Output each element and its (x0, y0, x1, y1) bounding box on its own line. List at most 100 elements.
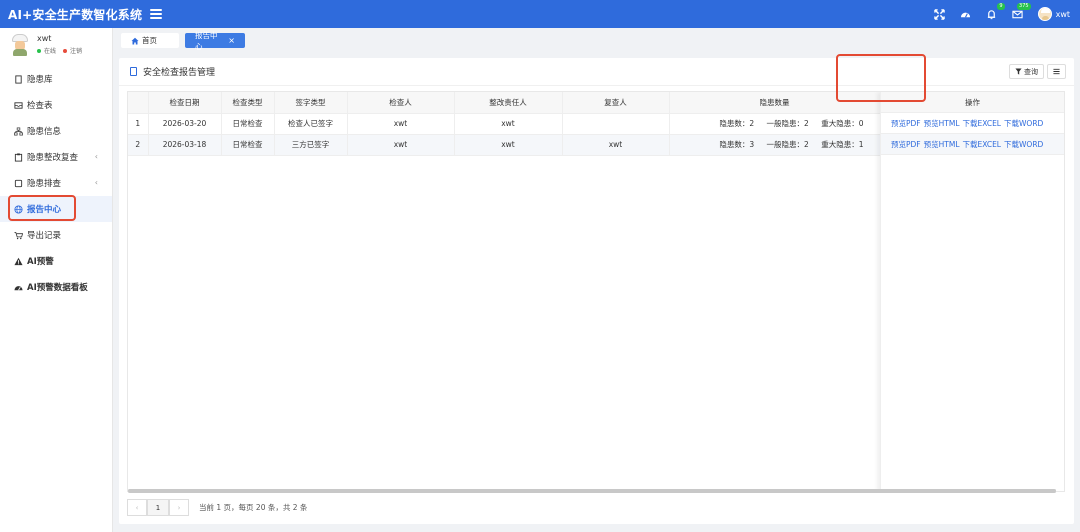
column-header[interactable]: 签字类型 (274, 92, 348, 114)
fullscreen-icon[interactable] (934, 8, 946, 20)
sidebar-item-checklist[interactable]: 检查表 (0, 92, 112, 118)
sidebar-item-ai-dashboard[interactable]: AI预警数据看板 (0, 274, 112, 300)
close-icon[interactable]: × (228, 36, 235, 45)
notification-badge: 9 (997, 3, 1005, 10)
operations-column: 操作 预览PDF 预览HTML 下载EXCEL 下载WORD 预览PDF 预览H… (880, 92, 1064, 491)
sidebar-item-label: 检查表 (27, 101, 53, 111)
sidebar-item-rectification-review[interactable]: 隐患整改复查 ‹ (0, 144, 112, 170)
tab-label: 首页 (142, 36, 157, 45)
sidebar: xwt 在线 注销 隐患库 检查表 隐患信息 隐患整改复查 ‹ 隐患排查 ‹ 报… (0, 28, 113, 532)
prev-page-button[interactable]: ‹ (127, 499, 147, 516)
columns-menu-button[interactable] (1047, 64, 1066, 79)
top-header: AI+安全生产数智化系统 9 375 xwt (0, 0, 1080, 28)
pagination: ‹ 1 › 当前 1 页，每页 20 条，共 2 条 (127, 499, 307, 516)
column-header[interactable]: 检查类型 (221, 92, 275, 114)
filter-icon (1015, 68, 1022, 75)
hazard-major: 重大隐患：0 (821, 119, 864, 128)
book-icon (13, 74, 23, 84)
cell-type: 日常检查 (221, 113, 275, 135)
online-dot-icon (37, 48, 41, 53)
globe-icon (13, 204, 23, 214)
tabs-bar: 首页 报告中心 × (113, 28, 1080, 53)
sidebar-item-label: AI预警 (27, 257, 54, 267)
hazard-general: 一般隐患：2 (766, 140, 809, 149)
column-header[interactable]: 整改责任人 (454, 92, 563, 114)
column-header[interactable]: 检查日期 (148, 92, 222, 114)
sidebar-item-ai-warning[interactable]: AI预警 (0, 248, 112, 274)
sidebar-item-hazard-library[interactable]: 隐患库 (0, 66, 112, 92)
hazard-major: 重大隐患：1 (821, 140, 864, 149)
cell-hazard-count: 隐患数：3 一般隐患：2 重大隐患：1 (669, 134, 881, 156)
cell-date: 2026-03-18 (148, 134, 222, 156)
download-word-link[interactable]: 下载WORD (1004, 139, 1043, 150)
download-word-link[interactable]: 下载WORD (1004, 118, 1043, 129)
logout-link[interactable]: 注销 (70, 46, 82, 55)
profile-name: xwt (37, 34, 52, 43)
avatar (1037, 7, 1052, 21)
document-icon (130, 67, 137, 76)
tab-label: 报告中心 (195, 30, 218, 51)
download-excel-link[interactable]: 下载EXCEL (963, 118, 1002, 129)
preview-pdf-link[interactable]: 预览PDF (891, 139, 921, 150)
logout-dot-icon (63, 48, 68, 53)
gauge-icon (13, 282, 23, 292)
sidebar-item-export-records[interactable]: 导出记录 (0, 222, 112, 248)
cell-responsible: xwt (454, 134, 563, 156)
cell-sign: 检查人已签字 (274, 113, 348, 135)
sidebar-item-label: 隐患整改复查 (27, 153, 79, 163)
panel-tools: 查询 (1009, 64, 1066, 79)
cell-sign: 三方已签字 (274, 134, 348, 156)
sidebar-item-hazard-info[interactable]: 隐患信息 (0, 118, 112, 144)
report-table: 检查日期 检查类型 签字类型 检查人 整改责任人 复查人 隐患数量 1 2026… (127, 91, 1065, 492)
preview-pdf-link[interactable]: 预览PDF (891, 118, 921, 129)
column-header-index (128, 92, 149, 114)
ops-row: 预览PDF 预览HTML 下载EXCEL 下载WORD (881, 134, 1064, 155)
page-number-button[interactable]: 1 (147, 499, 169, 516)
table-row[interactable]: 1 2026-03-20 日常检查 检查人已签字 xwt xwt 隐患数：2 一… (128, 113, 881, 135)
table-row[interactable]: 2 2026-03-18 日常检查 三方已签字 xwt xwt xwt 隐患数：… (128, 134, 881, 156)
cell-inspector: xwt (347, 134, 455, 156)
download-excel-link[interactable]: 下载EXCEL (963, 139, 1002, 150)
tab-report-center[interactable]: 报告中心 × (185, 31, 245, 51)
ops-row: 预览PDF 预览HTML 下载EXCEL 下载WORD (881, 113, 1064, 134)
user-menu[interactable]: xwt (1037, 7, 1070, 21)
column-header[interactable]: 检查人 (347, 92, 455, 114)
column-header[interactable]: 复查人 (562, 92, 670, 114)
sidebar-item-hazard-inspection[interactable]: 隐患排查 ‹ (0, 170, 112, 196)
hazard-general: 一般隐患：2 (766, 119, 809, 128)
row-index: 2 (128, 134, 149, 156)
bell-icon[interactable]: 9 (986, 3, 1005, 20)
warning-icon (13, 256, 23, 266)
cell-reviewer (562, 113, 670, 135)
query-button[interactable]: 查询 (1009, 64, 1044, 79)
clipboard-icon (13, 152, 23, 162)
sidebar-item-label: 隐患库 (27, 75, 53, 85)
dashboard-icon[interactable] (960, 8, 972, 20)
home-icon (131, 37, 139, 44)
preview-html-link[interactable]: 预览HTML (924, 118, 960, 129)
sidebar-item-report-center[interactable]: 报告中心 (0, 196, 112, 222)
cell-inspector: xwt (347, 113, 455, 135)
square-icon (13, 178, 23, 188)
hazard-total: 隐患数：3 (719, 140, 755, 149)
sitemap-icon (13, 126, 23, 136)
next-page-button[interactable]: › (169, 499, 189, 516)
column-header-operations: 操作 (881, 92, 1064, 113)
preview-html-link[interactable]: 预览HTML (924, 139, 960, 150)
scrollbar-thumb[interactable] (128, 489, 1056, 493)
app-title: AI+安全生产数智化系统 (8, 7, 143, 22)
sidebar-item-label: 导出记录 (27, 231, 62, 241)
inbox-icon (13, 100, 23, 110)
cart-icon (13, 230, 23, 240)
cell-responsible: xwt (454, 113, 563, 135)
column-header[interactable]: 隐患数量 (669, 92, 881, 114)
cell-date: 2026-03-20 (148, 113, 222, 135)
chevron-left-icon: ‹ (94, 178, 98, 187)
list-icon (1053, 68, 1060, 75)
horizontal-scrollbar[interactable] (128, 489, 1056, 493)
sidebar-item-label: 隐患排查 (27, 179, 62, 189)
tab-home[interactable]: 首页 (121, 33, 179, 48)
mail-icon[interactable]: 375 (1012, 3, 1031, 20)
menu-toggle-icon[interactable] (150, 9, 163, 19)
row-index: 1 (128, 113, 149, 135)
